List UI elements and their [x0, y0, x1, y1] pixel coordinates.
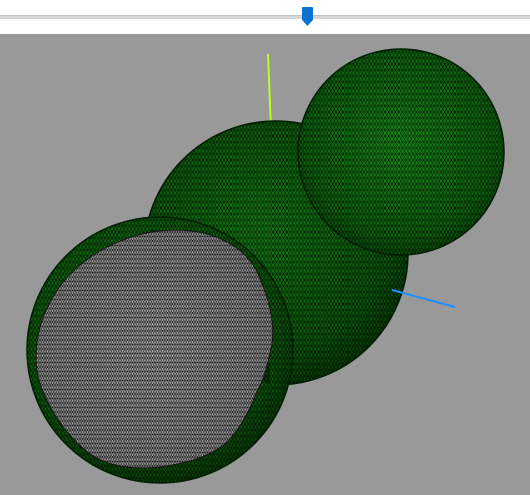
x-axis-line	[391, 289, 456, 308]
slider-track[interactable]	[0, 15, 530, 19]
slider-thumb[interactable]	[302, 7, 313, 26]
toolbar	[0, 0, 530, 34]
3d-viewport[interactable]	[0, 34, 530, 495]
y-axis-line	[267, 53, 272, 131]
scene-canvas[interactable]	[0, 34, 530, 495]
